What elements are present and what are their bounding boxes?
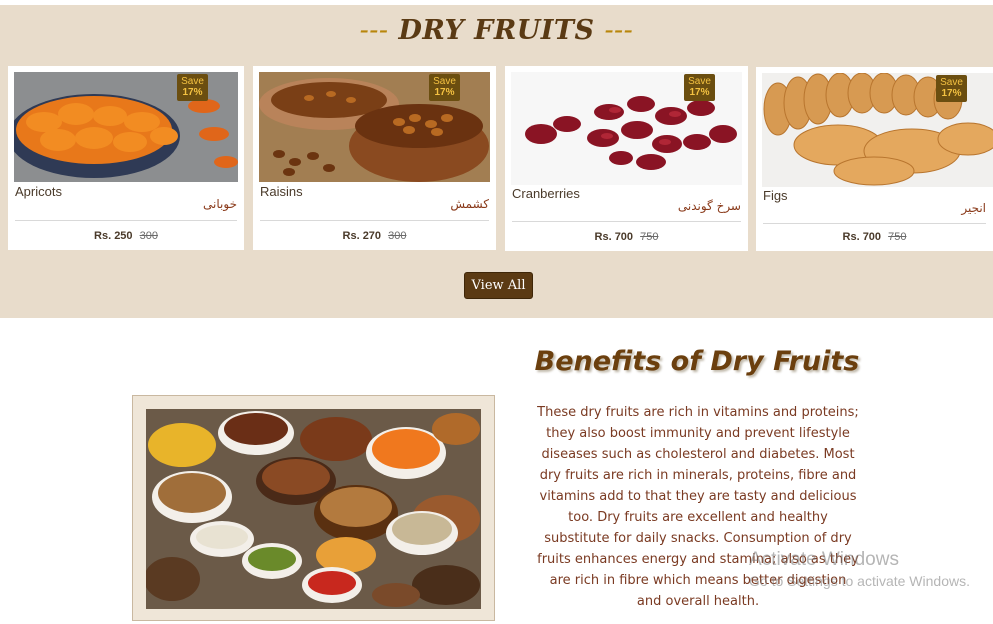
save-badge: Save 17% xyxy=(429,74,460,101)
product-name-en[interactable]: Raisins xyxy=(260,184,303,199)
save-badge: Save 17% xyxy=(936,75,967,102)
price-original: 300 xyxy=(388,230,407,242)
product-name-en[interactable]: Cranberries xyxy=(512,186,580,201)
divider xyxy=(512,221,741,222)
product-name-en[interactable]: Figs xyxy=(763,188,788,203)
product-price: Rs. 700 750 xyxy=(756,231,993,243)
title-dashes-right: --- xyxy=(604,15,634,46)
save-percent: 17% xyxy=(182,87,203,98)
divider xyxy=(15,220,237,221)
price-original: 750 xyxy=(888,231,907,243)
price-current: Rs. 270 xyxy=(342,230,382,242)
product-name-ur: خوبانی xyxy=(203,197,237,211)
activate-windows-subtext: Go to Settings to activate Windows. xyxy=(749,573,970,589)
benefits-title: Benefits of Dry Fruits xyxy=(534,346,860,377)
activate-windows-watermark: Activate Windows xyxy=(749,549,899,570)
product-name-ur: کشمش xyxy=(450,197,489,211)
price-current: Rs. 700 xyxy=(842,231,882,243)
product-card-apricots[interactable]: Save 17% Apricots خوبانی Rs. 250 300 xyxy=(8,66,244,250)
price-original: 750 xyxy=(640,231,659,243)
save-label: Save xyxy=(940,77,963,88)
product-card-raisins[interactable]: Save 17% Raisins کشمش Rs. 270 300 xyxy=(253,66,496,250)
price-current: Rs. 700 xyxy=(594,231,634,243)
title-dashes-left: --- xyxy=(359,15,389,46)
product-price: Rs. 250 300 xyxy=(8,230,244,242)
product-card-figs[interactable]: Save 17% Figs انجیر Rs. 700 750 xyxy=(756,67,993,251)
price-original: 300 xyxy=(139,230,158,242)
product-card-cranberries[interactable]: Save 17% Cranberries سرخ گوندنی Rs. 700 … xyxy=(505,66,748,251)
save-percent: 17% xyxy=(941,88,962,99)
save-label: Save xyxy=(181,76,204,87)
price-current: Rs. 250 xyxy=(94,230,133,242)
section-title: --- DRY FRUITS --- xyxy=(0,15,993,46)
save-badge: Save 17% xyxy=(177,74,208,101)
benefits-image xyxy=(146,409,481,609)
title-text: DRY FRUITS xyxy=(398,15,595,46)
divider xyxy=(260,220,489,221)
product-name-en[interactable]: Apricots xyxy=(15,184,62,199)
product-name-ur: سرخ گوندنی xyxy=(677,199,741,213)
benefits-image-frame xyxy=(132,395,495,621)
product-name-ur: انجیر xyxy=(961,201,986,215)
product-price: Rs. 700 750 xyxy=(505,231,748,243)
save-label: Save xyxy=(433,76,456,87)
save-badge: Save 17% xyxy=(684,74,715,101)
save-percent: 17% xyxy=(689,87,710,98)
divider xyxy=(763,223,986,224)
product-price: Rs. 270 300 xyxy=(253,230,496,242)
view-all-button[interactable]: View All xyxy=(464,272,533,299)
save-percent: 17% xyxy=(434,87,455,98)
save-label: Save xyxy=(688,76,711,87)
